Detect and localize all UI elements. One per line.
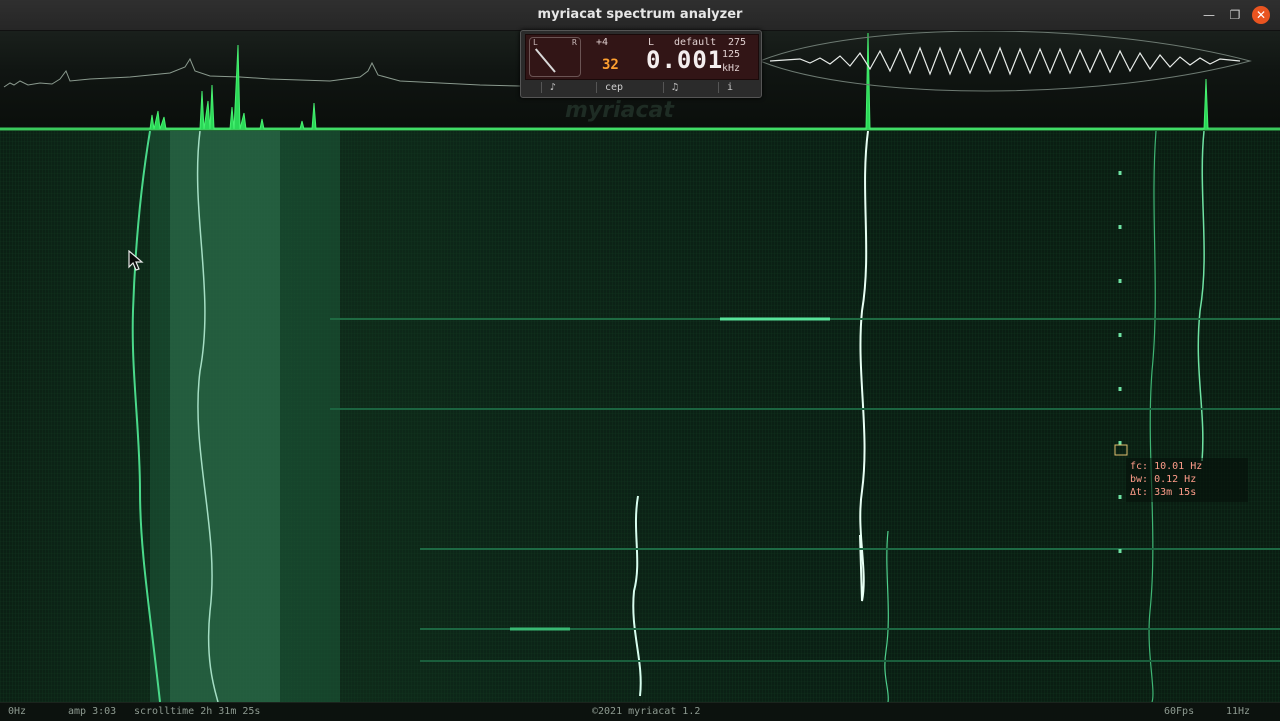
overview-spectrum-line [3, 57, 521, 88]
control-panel: L R +4 L default 275 32 0.001 125 kHz ♪ … [520, 30, 762, 98]
high-freq-label: 11Hz [1226, 706, 1251, 717]
tooltip-dt: Δt: 33m 15s [1130, 487, 1197, 498]
note-mode-button[interactable]: ♪ [540, 81, 564, 93]
fps-status: 60Fps [1164, 706, 1195, 717]
low-freq-label: 0Hz [8, 706, 27, 717]
meter-left-label: L [533, 38, 538, 47]
selection-tooltip: fc: 10.01 Hz bw: 0.12 Hz Δt: 33m 15s [1126, 458, 1248, 502]
panel-display: L R +4 L default 275 32 0.001 125 kHz [525, 34, 759, 80]
maximize-icon[interactable]: ❐ [1226, 6, 1244, 24]
info-button[interactable]: i [717, 81, 741, 93]
signal-trace [884, 530, 889, 702]
meter-right-label: R [572, 38, 577, 47]
signal-trace [859, 131, 869, 602]
waveform-signal [769, 46, 1241, 76]
frequency-unit: kHz [722, 63, 741, 74]
meter-needle-icon [534, 48, 556, 73]
close-icon[interactable]: ✕ [1252, 6, 1270, 24]
octave-value[interactable]: 32 [602, 57, 619, 73]
window-title: myriacat spectrum analyzer [537, 7, 743, 22]
panel-controls: ♪ cep ♫ i [525, 80, 757, 94]
amp-status[interactable]: amp 3:03 [68, 706, 116, 717]
frequency-readout: 0.001 [646, 46, 724, 74]
stereo-meter: L R [529, 37, 581, 77]
tooltip-bw: bw: 0.12 Hz [1130, 474, 1197, 485]
spectrogram-traces [131, 131, 1280, 702]
tooltip-fc: fc: 10.01 Hz [1130, 461, 1203, 472]
window-titlebar: myriacat spectrum analyzer — ❐ ✕ [0, 0, 1280, 31]
selection-box [1114, 444, 1128, 456]
signal-trace [632, 495, 642, 697]
scrolltime-status[interactable]: scrolltime 2h 31m 25s [134, 706, 260, 717]
spectrogram-waterfall[interactable] [0, 131, 1280, 702]
preset-value: 275 [728, 37, 747, 48]
noise-band-core [170, 131, 280, 702]
minimize-icon[interactable]: — [1200, 6, 1218, 24]
music-mode-button[interactable]: ♫ [662, 81, 686, 93]
status-bar: 0Hz amp 3:03 scrolltime 2h 31m 25s ©2021… [0, 702, 1280, 721]
gain-value[interactable]: +4 [596, 37, 608, 48]
cep-button[interactable]: cep [595, 81, 631, 93]
copyright-text: ©2021 myriacat 1.2 [592, 706, 701, 717]
signal-trace [1197, 131, 1205, 462]
signal-trace [1148, 131, 1157, 702]
watermark-logo: myriacat [565, 98, 675, 123]
sample-rate-value: 125 [722, 49, 741, 60]
